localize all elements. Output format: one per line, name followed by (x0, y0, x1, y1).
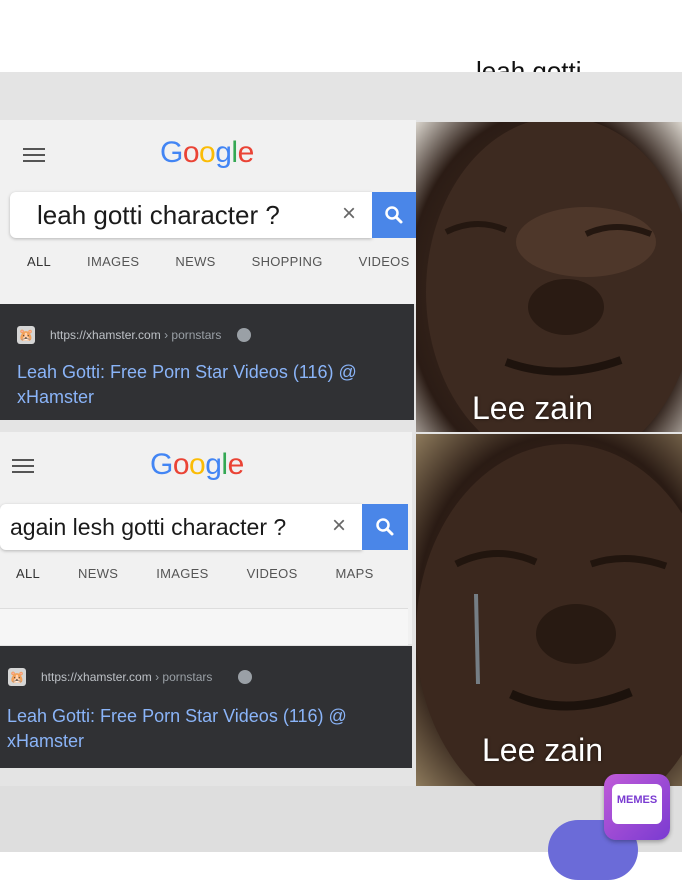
tab-images[interactable]: IMAGES (87, 254, 139, 269)
memes-app-logo[interactable]: MEMES (604, 774, 670, 840)
tab-maps[interactable]: MAPS (336, 566, 374, 581)
tab-all[interactable]: ALL (16, 566, 40, 581)
site-favicon-icon: 🐹 (8, 668, 26, 686)
search-icon (385, 206, 403, 224)
result-url: https://xhamster.com › pornstars (41, 670, 213, 684)
search-input[interactable]: again lesh gotti character ? × (0, 504, 362, 550)
google-panel-2: Google again lesh gotti character ? × AL… (0, 432, 412, 645)
tab-videos[interactable]: VIDEOS (359, 254, 410, 269)
result-info-icon[interactable] (238, 670, 252, 684)
results-card-placeholder (0, 608, 408, 645)
search-query-text: again lesh gotti character ? (10, 513, 287, 540)
search-icon (376, 518, 394, 536)
result-info-icon[interactable] (237, 328, 251, 342)
clear-search-icon[interactable]: × (332, 512, 346, 540)
tab-videos[interactable]: VIDEOS (247, 566, 298, 581)
search-result-2: 🐹 https://xhamster.com › pornstars Leah … (0, 646, 412, 768)
search-button[interactable] (372, 192, 416, 238)
tab-shopping[interactable]: SHOPPING (252, 254, 323, 269)
search-input[interactable]: leah gotti character ? × (10, 192, 372, 238)
tab-all[interactable]: ALL (27, 254, 51, 269)
tab-news[interactable]: NEWS (175, 254, 215, 269)
cut-off-top-text: leah gotti (476, 56, 582, 72)
site-favicon-icon: 🐹 (17, 326, 35, 344)
face-illustration (426, 122, 682, 432)
google-logo: Google (150, 448, 244, 481)
hamburger-menu-icon[interactable] (23, 148, 45, 162)
caption-top: Lee zain (472, 390, 593, 426)
search-query-text: leah gotti character ? (37, 199, 280, 230)
search-button[interactable] (362, 504, 408, 550)
result-title-link[interactable]: Leah Gotti: Free Porn Star Videos (116) … (7, 704, 397, 754)
logo-label: MEMES (616, 794, 658, 806)
search-result-1: 🐹 https://xhamster.com › pornstars Leah … (0, 304, 414, 420)
clear-search-icon[interactable]: × (342, 200, 356, 228)
result-url: https://xhamster.com › pornstars (50, 328, 222, 342)
tab-news[interactable]: NEWS (78, 566, 118, 581)
hamburger-menu-icon[interactable] (12, 459, 34, 473)
tab-images[interactable]: IMAGES (156, 566, 208, 581)
search-tabs: ALL NEWS IMAGES VIDEOS MAPS (16, 566, 406, 581)
search-tabs: ALL IMAGES NEWS SHOPPING VIDEOS (27, 254, 417, 269)
google-logo: Google (160, 136, 254, 169)
google-panel-1: Google leah gotti character ? × ALL IMAG… (0, 120, 416, 304)
crying-man-photo-2: Lee zain (416, 434, 682, 786)
caption-bottom: Lee zain (482, 732, 603, 768)
crying-man-photo-1: Lee zain (416, 122, 682, 432)
result-title-link[interactable]: Leah Gotti: Free Porn Star Videos (116) … (17, 360, 397, 410)
